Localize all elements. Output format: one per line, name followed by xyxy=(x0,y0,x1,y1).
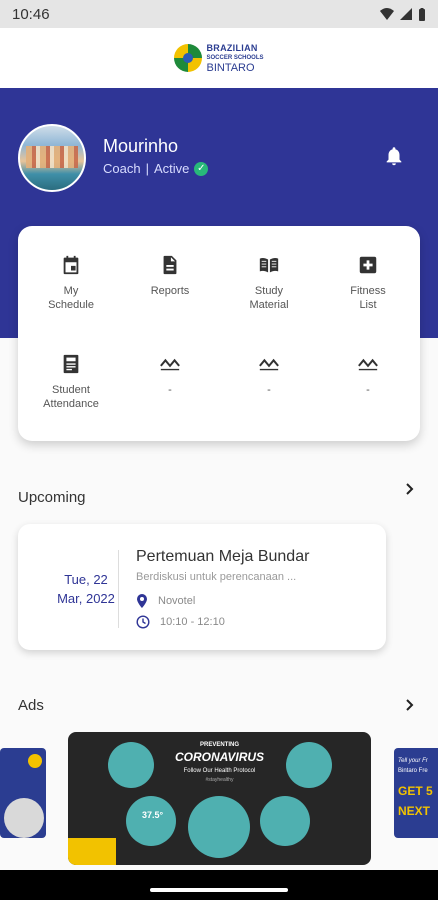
pulse-icon xyxy=(259,358,279,371)
notification-bell-icon[interactable] xyxy=(383,145,405,167)
ads-chevron-right-icon[interactable] xyxy=(404,699,416,711)
brand-line3: BINTARO xyxy=(206,62,255,74)
event-title: Pertemuan Meja Bundar xyxy=(136,548,310,565)
battery-icon xyxy=(419,7,425,21)
status-time: 10:46 xyxy=(12,5,50,23)
attendance-icon xyxy=(63,354,79,374)
pulse-icon xyxy=(160,358,180,371)
medical-plus-icon xyxy=(359,256,377,274)
app-header: BRAZILIAN SOCCER SCHOOLS BINTARO xyxy=(0,28,438,88)
event-time: 10:10 - 12:10 xyxy=(136,615,225,629)
ad-banner-next[interactable]: Tell your Fr Bintaro Fre GET 5 NEXT xyxy=(394,748,438,838)
menu-item-student-attendance[interactable]: Student Attendance xyxy=(21,353,121,411)
ad-brand-logo xyxy=(68,838,116,865)
signal-icon xyxy=(400,8,412,20)
menu-item-reports[interactable]: Reports xyxy=(120,254,220,298)
location-pin-icon xyxy=(137,594,147,608)
ad-banner-previous[interactable] xyxy=(0,748,46,838)
avatar[interactable] xyxy=(18,124,86,192)
role-separator: | xyxy=(145,161,149,176)
system-navigation-bar xyxy=(0,870,438,900)
event-divider xyxy=(118,550,119,628)
soccer-ball-icon xyxy=(174,44,203,72)
sanitizer-spray-icon xyxy=(188,796,250,858)
event-card[interactable]: Tue, 22 Mar, 2022 Pertemuan Meja Bundar … xyxy=(18,524,386,650)
event-date: Tue, 22 Mar, 2022 xyxy=(57,572,115,606)
role-label: Coach xyxy=(103,161,141,176)
menu-item-placeholder-3[interactable]: - xyxy=(318,353,418,397)
upcoming-chevron-right-icon[interactable] xyxy=(404,483,416,495)
menu-grid-card: My Schedule Reports Study Material Fitne… xyxy=(18,226,420,441)
ads-carousel[interactable]: PREVENTING CORONAVIRUS Follow Our Health… xyxy=(0,732,438,866)
home-gesture-handle[interactable] xyxy=(150,888,288,892)
user-name: Mourinho xyxy=(103,136,179,156)
upcoming-title: Upcoming xyxy=(18,489,86,506)
syringe-icon xyxy=(260,796,310,846)
status-label: Active xyxy=(153,161,190,176)
verified-check-icon: ✓ xyxy=(194,161,209,176)
ad-banner-coronavirus[interactable]: PREVENTING CORONAVIRUS Follow Our Health… xyxy=(68,732,371,865)
brand-line1: BRAZILIAN xyxy=(206,43,258,53)
thermometer-icon: 37.5° xyxy=(126,796,176,846)
ads-title: Ads xyxy=(18,697,44,714)
hand-washing-icon xyxy=(286,742,332,788)
menu-item-my-schedule[interactable]: My Schedule xyxy=(21,254,121,312)
menu-item-placeholder-2[interactable]: - xyxy=(219,353,319,397)
book-icon xyxy=(259,257,279,273)
document-icon xyxy=(163,255,177,275)
menu-item-study-material[interactable]: Study Material xyxy=(219,254,319,312)
calendar-icon xyxy=(63,255,79,275)
clock-icon xyxy=(136,615,150,629)
wifi-icon xyxy=(380,8,394,20)
pulse-icon xyxy=(358,358,378,371)
event-location: Novotel xyxy=(136,594,195,608)
user-role: Coach | Active ✓ xyxy=(103,161,209,176)
status-bar: 10:46 xyxy=(0,0,438,28)
event-description: Berdiskusi untuk perencanaan ... xyxy=(136,571,297,583)
menu-item-fitness-list[interactable]: Fitness List xyxy=(318,254,418,312)
face-mask-icon xyxy=(108,742,154,788)
menu-item-placeholder-1[interactable]: - xyxy=(120,353,220,397)
brand-logo: BRAZILIAN SOCCER SCHOOLS BINTARO xyxy=(174,43,264,74)
